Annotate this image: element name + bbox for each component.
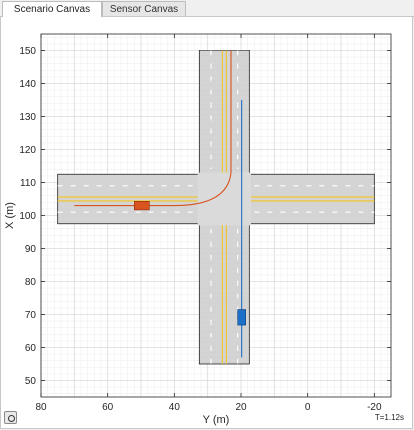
x-tick-label: 80 (35, 402, 47, 413)
y-tick-label: 120 (19, 145, 36, 156)
y-tick-label: 140 (19, 79, 36, 90)
y-tick-label: 50 (25, 376, 37, 387)
tab-bar: Scenario Canvas Sensor Canvas (0, 0, 414, 17)
y-tick-label: 80 (25, 277, 37, 288)
x-tick-label: 20 (235, 402, 247, 413)
x-axis-label: Y (m) (203, 414, 230, 426)
scenario-canvas-panel: 80 60 40 20 0 -20 150 140 130 120 110 100 90 80 70 60 50… (0, 16, 413, 429)
x-tick-label: 40 (169, 402, 181, 413)
x-tick-label: -20 (367, 402, 382, 413)
x-tick-label: 60 (102, 402, 114, 413)
y-tick-label: 110 (20, 178, 36, 189)
y-tick-label: 70 (25, 310, 37, 321)
y-tick-label: 150 (19, 46, 36, 57)
y-tick-label: 60 (25, 343, 37, 354)
camera-icon[interactable] (4, 411, 17, 424)
y-axis-label: X (m) (4, 202, 16, 229)
x-tick-label: 0 (305, 402, 311, 413)
y-tick-label: 90 (25, 244, 37, 255)
y-tick-label: 130 (19, 112, 36, 123)
ego-vehicle (134, 201, 150, 211)
junction-area (197, 172, 251, 226)
y-tick-label: 100 (19, 211, 36, 222)
tab-scenario-canvas[interactable]: Scenario Canvas (2, 1, 102, 17)
scenario-plot[interactable]: 80 60 40 20 0 -20 150 140 130 120 110 100 90 80 70 60 50… (1, 17, 412, 428)
tab-sensor-canvas[interactable]: Sensor Canvas (102, 1, 186, 16)
simulation-time: T=1.12s (374, 413, 404, 422)
target-vehicle (237, 309, 246, 326)
